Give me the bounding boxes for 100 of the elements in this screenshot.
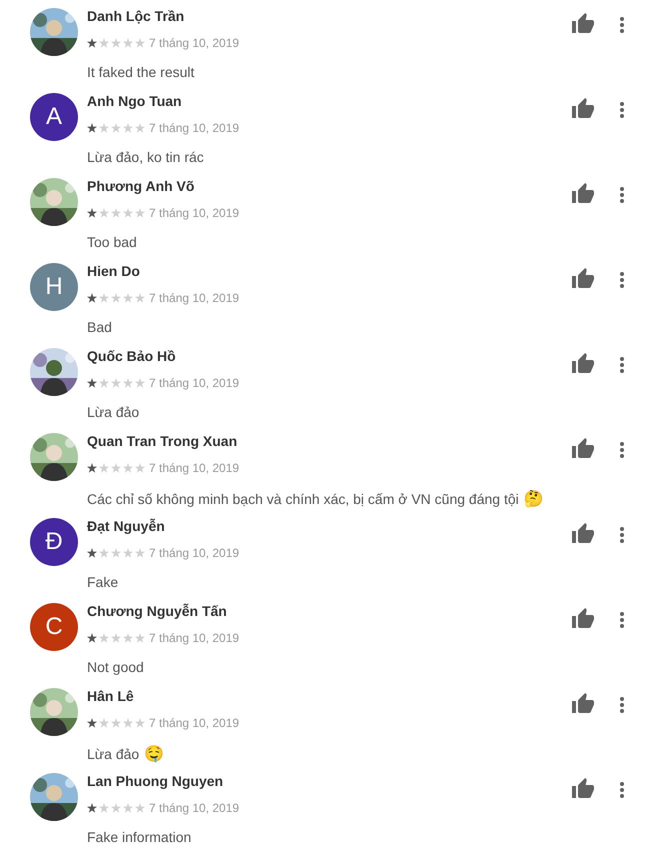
- more-options-icon[interactable]: [619, 186, 625, 204]
- star-icon: [87, 123, 97, 133]
- star-icon: [135, 548, 145, 558]
- star-icon: [111, 123, 121, 133]
- star-icon: [99, 803, 109, 813]
- star-icon: [99, 463, 109, 473]
- thumbs-up-icon[interactable]: [571, 12, 595, 36]
- star-icon: [135, 803, 145, 813]
- star-icon: [135, 123, 145, 133]
- letter-avatar: Đ: [30, 518, 78, 566]
- thumbs-up-icon[interactable]: [571, 352, 595, 376]
- emoji: 🤔: [524, 489, 544, 508]
- star-icon: [123, 803, 133, 813]
- thumbs-up-icon[interactable]: [571, 522, 595, 546]
- star-icon: [111, 208, 121, 218]
- more-options-icon[interactable]: [619, 611, 625, 629]
- star-icon: [99, 378, 109, 388]
- star-icon: [135, 208, 145, 218]
- star-icon: [87, 293, 97, 303]
- more-options-icon[interactable]: [619, 781, 625, 799]
- star-icon: [135, 633, 145, 643]
- star-icon: [99, 208, 109, 218]
- reviewer-name: Quan Tran Trong Xuan: [87, 433, 238, 449]
- review-text: Lừa đảo: [87, 404, 140, 420]
- star-icon: [87, 38, 97, 48]
- star-icon: [111, 803, 121, 813]
- star-icon: [123, 463, 133, 473]
- star-icon: [87, 548, 97, 558]
- star-icon: [135, 293, 145, 303]
- star-icon: [123, 718, 133, 728]
- more-options-icon[interactable]: [619, 356, 625, 374]
- review-date: 7 tháng 10, 2019: [149, 801, 240, 815]
- star-icon: [87, 633, 97, 643]
- thumbs-up-icon[interactable]: [571, 607, 595, 631]
- letter-avatar: C: [30, 603, 78, 651]
- star-icon: [99, 718, 109, 728]
- reviewer-name: Lan Phuong Nguyen: [87, 773, 224, 789]
- review-text: It faked the result: [87, 64, 194, 80]
- star-icon: [99, 38, 109, 48]
- reviewer-name: Anh Ngo Tuan: [87, 93, 182, 109]
- thumbs-up-icon[interactable]: [571, 267, 595, 291]
- star-icon: [111, 548, 121, 558]
- star-icon: [111, 463, 121, 473]
- review-text: Too bad: [87, 234, 137, 250]
- star-icon: [123, 633, 133, 643]
- thumbs-up-icon[interactable]: [571, 777, 595, 801]
- reviewer-name: Hien Do: [87, 263, 140, 279]
- letter-avatar: A: [30, 93, 78, 141]
- review-date: 7 tháng 10, 2019: [149, 206, 240, 220]
- star-icon: [99, 633, 109, 643]
- reviewer-name: Quốc Bảo Hồ: [87, 348, 176, 364]
- thumbs-up-icon[interactable]: [571, 97, 595, 121]
- reviewer-name: Chương Nguyễn Tấn: [87, 603, 227, 619]
- star-icon: [87, 463, 97, 473]
- thumbs-up-icon[interactable]: [571, 692, 595, 716]
- more-options-icon[interactable]: [619, 271, 625, 289]
- letter-avatar: H: [30, 263, 78, 311]
- more-options-icon[interactable]: [619, 696, 625, 714]
- review-date: 7 tháng 10, 2019: [149, 716, 240, 730]
- star-icon: [135, 463, 145, 473]
- review-date: 7 tháng 10, 2019: [149, 291, 240, 305]
- star-icon: [123, 378, 133, 388]
- review-date: 7 tháng 10, 2019: [149, 121, 240, 135]
- star-icon: [111, 293, 121, 303]
- reviewer-name: Danh Lộc Trần: [87, 8, 184, 24]
- star-icon: [123, 123, 133, 133]
- star-icon: [111, 633, 121, 643]
- star-icon: [111, 38, 121, 48]
- star-icon: [123, 548, 133, 558]
- review-date: 7 tháng 10, 2019: [149, 461, 240, 475]
- star-icon: [123, 293, 133, 303]
- more-options-icon[interactable]: [619, 441, 625, 459]
- review-text: Fake information: [87, 829, 192, 845]
- more-options-icon[interactable]: [619, 16, 625, 34]
- review-text: Các chỉ số không minh bạch và chính xác, bị cấm ở VN cũng đáng tội: [87, 490, 519, 506]
- star-icon: [99, 123, 109, 133]
- star-icon: [87, 718, 97, 728]
- star-icon: [111, 378, 121, 388]
- star-icon: [87, 803, 97, 813]
- thumbs-up-icon[interactable]: [571, 182, 595, 206]
- review-text: Fake: [87, 574, 118, 590]
- review-date: 7 tháng 10, 2019: [149, 631, 240, 645]
- more-options-icon[interactable]: [619, 526, 625, 544]
- star-icon: [111, 718, 121, 728]
- star-icon: [135, 378, 145, 388]
- star-icon: [135, 38, 145, 48]
- reviewer-name: Phương Anh Võ: [87, 178, 194, 194]
- star-icon: [135, 718, 145, 728]
- review-text: Bad: [87, 319, 112, 335]
- review-date: 7 tháng 10, 2019: [149, 546, 240, 560]
- review-text: Lừa đảo, ko tin rác: [87, 149, 204, 165]
- star-icon: [99, 293, 109, 303]
- more-options-icon[interactable]: [619, 101, 625, 119]
- thumbs-up-icon[interactable]: [571, 437, 595, 461]
- reviewer-name: Đạt Nguyễn: [87, 518, 165, 534]
- star-icon: [99, 548, 109, 558]
- emoji: 🤤: [144, 744, 164, 763]
- review-text: Lừa đảo: [87, 746, 140, 762]
- star-icon: [123, 208, 133, 218]
- review-date: 7 tháng 10, 2019: [149, 376, 240, 390]
